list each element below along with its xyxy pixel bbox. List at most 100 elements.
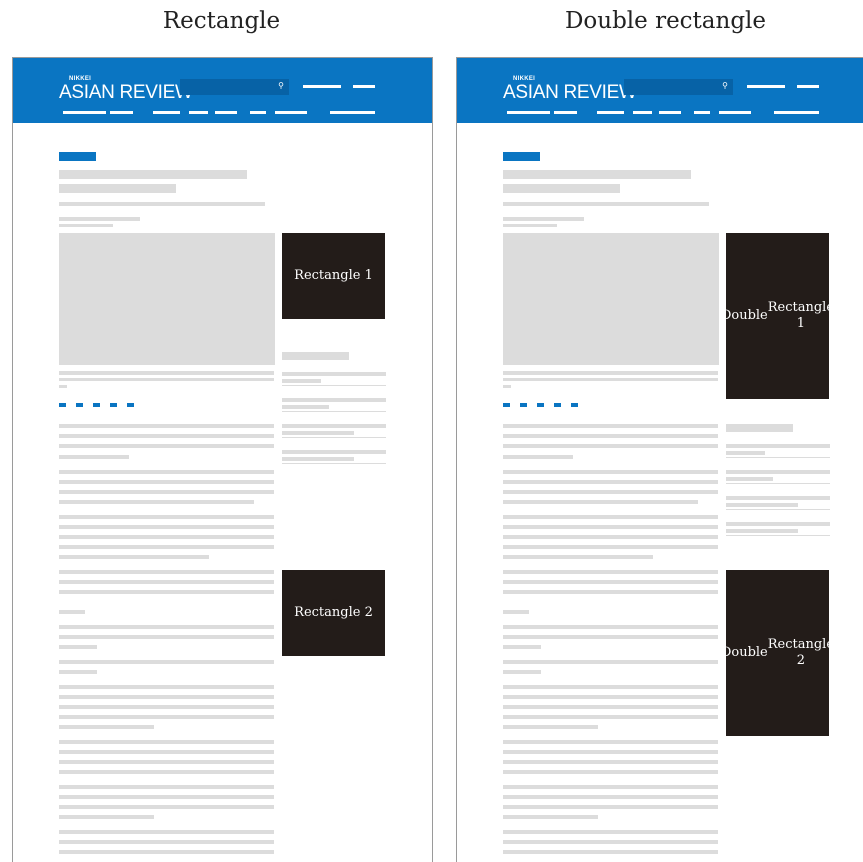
sidebar-item-line[interactable] xyxy=(282,457,354,461)
nav-item[interactable] xyxy=(554,111,577,114)
share-icon[interactable] xyxy=(554,403,561,407)
share-icon[interactable] xyxy=(127,403,134,407)
body-text-line xyxy=(59,480,274,484)
sidebar-divider xyxy=(282,411,386,412)
body-text-line xyxy=(503,830,718,834)
body-text-line xyxy=(503,670,541,674)
sidebar-item-line[interactable] xyxy=(726,451,765,455)
ad-slot-1[interactable]: Double Rectangle 1 xyxy=(721,233,834,399)
logo-main-text: ASIAN REVIEW xyxy=(503,82,637,103)
body-text-line xyxy=(59,500,254,504)
body-text-line xyxy=(503,785,718,789)
nav-item[interactable] xyxy=(797,85,819,88)
nav-item[interactable] xyxy=(303,85,341,88)
body-text-line xyxy=(59,670,97,674)
search-icon: ⚲ xyxy=(722,81,728,90)
sidebar-item-line[interactable] xyxy=(726,522,830,526)
body-text-line xyxy=(503,750,718,754)
body-text-line xyxy=(59,785,274,789)
sidebar-item-line[interactable] xyxy=(726,496,830,500)
sidebar-item-line[interactable] xyxy=(726,470,830,474)
body-text-line xyxy=(59,750,274,754)
body-text-line xyxy=(503,660,718,664)
body-text-line xyxy=(59,770,274,774)
search-input[interactable]: ⚲ xyxy=(624,79,733,95)
sidebar-item-line[interactable] xyxy=(282,431,354,435)
body-text-line xyxy=(503,705,718,709)
body-text-line xyxy=(503,515,718,519)
body-text-line xyxy=(59,590,274,594)
body-text-line xyxy=(503,685,718,689)
body-text-line xyxy=(59,555,209,559)
sidebar-item-line[interactable] xyxy=(282,379,321,383)
sidebar-item-line[interactable] xyxy=(726,477,773,481)
nav-item[interactable] xyxy=(250,111,266,114)
sidebar-item-line[interactable] xyxy=(726,444,830,448)
body-text-line xyxy=(59,424,274,428)
ad-slot-1[interactable]: Rectangle 1 xyxy=(282,233,385,319)
body-text-line xyxy=(59,715,274,719)
nav-item[interactable] xyxy=(659,111,681,114)
share-icon[interactable] xyxy=(537,403,544,407)
body-text-line xyxy=(503,725,598,729)
nav-item[interactable] xyxy=(694,111,710,114)
share-icon[interactable] xyxy=(503,403,510,407)
share-icon[interactable] xyxy=(59,403,66,407)
nav-item[interactable] xyxy=(330,111,375,114)
sidebar-item-line[interactable] xyxy=(282,398,386,402)
nav-item[interactable] xyxy=(275,111,307,114)
body-text-line xyxy=(503,525,718,529)
sidebar-item-line[interactable] xyxy=(282,424,386,428)
nav-item[interactable] xyxy=(110,111,133,114)
body-text-line xyxy=(59,444,274,448)
category-tag[interactable] xyxy=(503,152,540,161)
body-text-line xyxy=(503,545,718,549)
nav-item[interactable] xyxy=(189,111,208,114)
headline-line xyxy=(503,184,620,193)
body-text-line xyxy=(503,645,541,649)
sidebar-item-line[interactable] xyxy=(282,405,329,409)
sidebar-divider xyxy=(726,509,830,510)
body-text-line xyxy=(59,635,274,639)
share-icon[interactable] xyxy=(93,403,100,407)
ad-slot-2[interactable]: Double Rectangle 2 xyxy=(721,570,834,736)
search-input[interactable]: ⚲ xyxy=(180,79,289,95)
headline-line xyxy=(503,170,691,179)
body-text-line xyxy=(503,815,598,819)
sidebar-item-line[interactable] xyxy=(726,529,798,533)
subhead-line xyxy=(503,202,709,206)
nav-item[interactable] xyxy=(633,111,652,114)
share-icon[interactable] xyxy=(571,403,578,407)
page-mockup-double-rectangle: NIKKEI ASIAN REVIEW ⚲ Double Rectangle 1 Doub… xyxy=(456,57,863,862)
nav-item[interactable] xyxy=(507,111,550,114)
sidebar-item-line[interactable] xyxy=(282,450,386,454)
sidebar-item-line[interactable] xyxy=(726,503,798,507)
date-line xyxy=(503,224,557,227)
nav-item[interactable] xyxy=(63,111,106,114)
share-icon[interactable] xyxy=(520,403,527,407)
body-text-line xyxy=(503,635,718,639)
body-text-line xyxy=(503,770,718,774)
body-text-line xyxy=(59,545,274,549)
nav-item[interactable] xyxy=(719,111,751,114)
body-text-line xyxy=(59,455,129,459)
nav-item[interactable] xyxy=(747,85,785,88)
share-icon[interactable] xyxy=(110,403,117,407)
ad-slot-2[interactable]: Rectangle 2 xyxy=(282,570,385,656)
byline-line xyxy=(59,217,140,221)
share-icon[interactable] xyxy=(76,403,83,407)
nav-item[interactable] xyxy=(774,111,819,114)
body-text-line xyxy=(503,444,718,448)
nav-item[interactable] xyxy=(597,111,624,114)
body-text-line xyxy=(59,645,97,649)
body-text-line xyxy=(59,695,274,699)
body-text-line xyxy=(503,625,718,629)
nav-item[interactable] xyxy=(353,85,375,88)
sidebar-item-line[interactable] xyxy=(282,372,386,376)
nav-item[interactable] xyxy=(215,111,237,114)
nav-item[interactable] xyxy=(153,111,180,114)
body-text-line xyxy=(503,850,718,854)
body-text-line xyxy=(503,480,718,484)
category-tag[interactable] xyxy=(59,152,96,161)
body-text-line xyxy=(503,715,718,719)
